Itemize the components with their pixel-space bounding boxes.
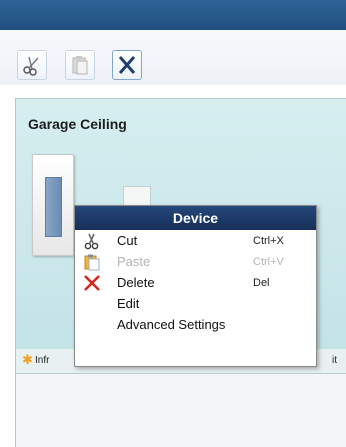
menu-item-label: Advanced Settings <box>117 317 226 332</box>
menu-item-delete[interactable]: Delete Del <box>75 272 316 293</box>
clipboard-icon <box>83 253 101 271</box>
menu-item-label: Edit <box>117 296 140 311</box>
status-text: Infr <box>35 355 50 366</box>
context-menu: Device Cut Ctrl+X Paste Ctrl+V Delete De… <box>74 205 317 367</box>
paste-button[interactable] <box>65 50 95 80</box>
toolbar <box>0 30 346 85</box>
menu-item-cut[interactable]: Cut Ctrl+X <box>75 230 316 251</box>
red-x-icon <box>83 274 101 292</box>
context-menu-header: Device <box>75 206 316 230</box>
status-right-text: it <box>332 355 337 366</box>
clipboard-icon <box>72 56 88 75</box>
scissors-icon <box>23 56 39 76</box>
menu-item-paste[interactable]: Paste Ctrl+V <box>75 251 316 272</box>
menu-item-edit[interactable]: Edit <box>75 293 316 314</box>
x-icon <box>118 56 136 74</box>
switch-rocker <box>45 177 62 237</box>
menu-item-shortcut: Del <box>253 276 270 289</box>
menu-item-shortcut: Ctrl+X <box>253 234 284 247</box>
wall-switch-icon[interactable] <box>32 154 74 256</box>
star-icon: ✱ <box>22 352 33 367</box>
menu-item-label: Cut <box>117 233 138 248</box>
delete-button[interactable] <box>112 50 142 80</box>
menu-item-advanced-settings[interactable]: Advanced Settings <box>75 314 316 335</box>
cut-button[interactable] <box>17 50 47 80</box>
menu-item-label: Delete <box>117 275 155 290</box>
device-title: Garage Ceiling <box>28 116 127 132</box>
menu-item-shortcut: Ctrl+V <box>253 255 284 268</box>
menu-item-label: Paste <box>117 254 151 269</box>
scissors-icon <box>83 232 101 250</box>
window-titlebar <box>0 0 346 30</box>
